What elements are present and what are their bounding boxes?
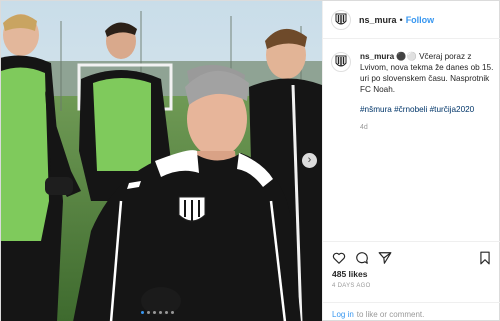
share-icon[interactable] (378, 251, 392, 265)
carousel-dots (141, 311, 174, 314)
heart-icon[interactable] (332, 251, 346, 265)
post-details-panel: ns_mura • Follow ns_mura ⚫⚪ Včeraj poraz… (322, 1, 500, 320)
carousel-dot[interactable] (165, 311, 168, 314)
like-count[interactable]: 485 likes (323, 266, 500, 279)
caption-comment: ns_mura ⚫⚪ Včeraj poraz z Lvivom, nova t… (323, 39, 500, 133)
chevron-right-icon: › (307, 154, 312, 166)
caption-username[interactable]: ns_mura (360, 52, 394, 61)
post-photo[interactable]: › (1, 1, 322, 321)
post-header: ns_mura • Follow (323, 1, 500, 39)
club-crest-icon (335, 13, 347, 24)
carousel-dot[interactable] (171, 311, 174, 314)
carousel-next-button[interactable]: › (302, 153, 317, 168)
username-link[interactable]: ns_mura (359, 15, 397, 25)
carousel-dot[interactable] (159, 311, 162, 314)
action-bar (323, 242, 500, 266)
caption-hashtags[interactable]: #nšmura #črnobeli #turčija2020 (360, 104, 494, 115)
follow-button[interactable]: Follow (406, 15, 435, 25)
bookmark-icon[interactable] (478, 251, 492, 265)
comment-age: 4d (360, 124, 368, 131)
football-training-photo (1, 1, 322, 321)
carousel-dot[interactable] (141, 311, 144, 314)
carousel-dot[interactable] (153, 311, 156, 314)
caption-avatar[interactable] (331, 52, 351, 72)
account-avatar[interactable] (331, 9, 351, 30)
login-link[interactable]: Log in (332, 310, 354, 319)
login-prompt: Log in to like or comment. (323, 302, 500, 321)
post-footer: 485 likes 4 DAYS AGO Log in to like or c… (323, 241, 500, 319)
comment-icon[interactable] (355, 251, 369, 265)
club-crest-icon (335, 55, 347, 67)
carousel-dot[interactable] (147, 311, 150, 314)
instagram-post: › ns_mura • Follow ns_mura ⚫⚪ Včeraj por… (0, 0, 500, 321)
separator-dot: • (399, 14, 403, 25)
login-prompt-text: to like or comment. (356, 309, 425, 319)
caption-body: ns_mura ⚫⚪ Včeraj poraz z Lvivom, nova t… (360, 51, 494, 133)
post-timestamp: 4 DAYS AGO (332, 283, 371, 289)
